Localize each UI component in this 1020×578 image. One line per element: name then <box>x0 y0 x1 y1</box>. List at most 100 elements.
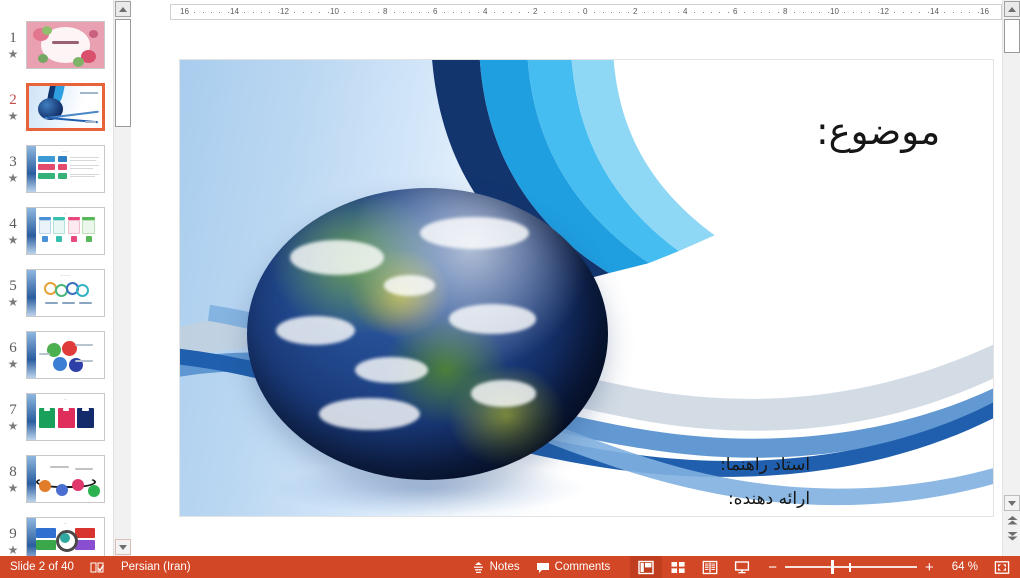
current-slide[interactable]: موضوع: استاد راهنما: ارائه دهنده: <box>179 59 994 517</box>
zoom-out-button[interactable]: − <box>758 556 781 578</box>
ruler-tick-h-0: 16 <box>180 7 189 16</box>
thumbnail-panel-scrollbar[interactable] <box>113 0 131 556</box>
ruler-minor-tick <box>278 12 279 13</box>
slide-show-view-button[interactable] <box>726 556 758 578</box>
thumbnail-scrollbar-thumb[interactable] <box>115 19 131 127</box>
thumbnail-slide-3[interactable]: 3 ★ —— <box>0 138 110 200</box>
ruler-tick-h-11: 6 <box>733 7 737 16</box>
comments-icon <box>536 561 550 574</box>
ruler-minor-tick <box>644 12 645 13</box>
thumbnail-image-5[interactable]: ——— <box>26 269 105 317</box>
ruler-minor-tick <box>728 12 729 13</box>
ruler-minor-tick <box>461 12 462 13</box>
ruler-minor-tick <box>478 12 479 13</box>
ruler-minor-tick <box>419 12 420 13</box>
zoom-level-label: 64 % <box>952 561 978 573</box>
comments-label: Comments <box>555 561 611 573</box>
zoom-in-button[interactable]: + <box>921 556 944 578</box>
thumbnail-meta-3: 3 ★ <box>0 155 26 184</box>
thumbnail-slide-7[interactable]: 7 ★ — <box>0 386 110 448</box>
ruler-tick-h-1: 14 <box>230 7 239 16</box>
ruler-minor-tick <box>303 12 304 13</box>
thumbnail-meta-6: 6 ★ <box>0 341 26 370</box>
ruler-minor-tick <box>453 12 454 13</box>
language-indicator[interactable]: Persian (Iran) <box>113 556 199 578</box>
previous-slide-button[interactable] <box>1004 514 1020 528</box>
zoom-out-label: − <box>768 560 777 575</box>
normal-view-button[interactable] <box>630 556 662 578</box>
ruler-tick-h-8: 0 <box>583 7 587 16</box>
ruler-tick-h-5: 6 <box>433 7 437 16</box>
notes-icon <box>472 561 485 574</box>
thumbnail-star-4: ★ <box>8 234 19 246</box>
ruler-minor-tick <box>669 12 670 13</box>
notes-button[interactable]: Notes <box>464 556 528 578</box>
thumbnail-image-3[interactable]: —— <box>26 145 105 193</box>
supervisor-label[interactable]: استاد راهنما: <box>720 455 810 475</box>
slide-scrollbar-thumb[interactable] <box>1004 19 1020 53</box>
slide-thumbnail-panel[interactable]: 1 ★ 2 ★ <box>0 0 131 556</box>
ruler-minor-tick <box>611 12 612 13</box>
ruler-minor-tick <box>953 12 954 13</box>
normal-view-icon <box>638 560 654 575</box>
ruler-tick-h-3: 10 <box>330 7 339 16</box>
ruler-minor-tick <box>719 12 720 13</box>
slide-counter-label: Slide 2 of 40 <box>10 561 74 573</box>
ruler-minor-tick <box>944 12 945 13</box>
zoom-slider-track <box>785 566 917 568</box>
thumbnail-image-2[interactable] <box>26 83 105 131</box>
thumbnail-image-8[interactable] <box>26 455 105 503</box>
thumbnail-number-1: 1 <box>9 31 17 46</box>
slide-scroll-up-button[interactable] <box>1004 1 1020 17</box>
ruler-minor-tick <box>378 12 379 13</box>
ruler-minor-tick <box>544 12 545 13</box>
ruler-minor-tick <box>203 12 204 13</box>
thumbnail-image-6[interactable] <box>26 331 105 379</box>
thumbnail-scroll-up-button[interactable] <box>115 1 131 17</box>
ruler-minor-tick <box>253 12 254 13</box>
zoom-level[interactable]: 64 % <box>944 556 986 578</box>
thumbnail-slide-4[interactable]: 4 ★ — <box>0 200 110 262</box>
thumbnail-meta-7: 7 ★ <box>0 403 26 432</box>
thumbnail-slide-5[interactable]: 5 ★ ——— <box>0 262 110 324</box>
ruler-minor-tick <box>211 12 212 13</box>
slide-counter[interactable]: Slide 2 of 40 <box>0 556 82 578</box>
slide-sorter-icon <box>670 560 686 575</box>
slide-sorter-view-button[interactable] <box>662 556 694 578</box>
horizontal-ruler[interactable]: 1614121086420246810121416 <box>170 4 1002 20</box>
thumbnail-number-7: 7 <box>9 403 17 418</box>
slide-editing-area[interactable]: موضوع: استاد راهنما: ارائه دهنده: <box>139 24 1001 556</box>
thumbnail-image-7[interactable]: — <box>26 393 105 441</box>
ruler-minor-tick <box>903 12 904 13</box>
thumbnail-image-4[interactable]: — <box>26 207 105 255</box>
ruler-tick-h-14: 12 <box>880 7 889 16</box>
comments-button[interactable]: Comments <box>528 556 619 578</box>
thumbnail-slide-9[interactable]: 9 ★ — <box>0 510 110 556</box>
thumbnail-slide-6[interactable]: 6 ★ <box>0 324 110 386</box>
ruler-minor-tick <box>761 12 762 13</box>
next-slide-button[interactable] <box>1004 530 1020 544</box>
proofing-status-button[interactable] <box>82 556 113 578</box>
zoom-slider-handle[interactable] <box>831 560 834 574</box>
slide-area-scrollbar[interactable] <box>1002 0 1020 556</box>
presenter-label[interactable]: ارائه دهنده: <box>728 489 810 509</box>
slide-title-placeholder[interactable]: موضوع: <box>816 110 940 153</box>
thumbnail-slide-2[interactable]: 2 ★ <box>0 76 110 138</box>
fit-to-window-button[interactable] <box>986 556 1020 578</box>
thumbnail-slide-1[interactable]: 1 ★ <box>0 14 110 76</box>
ruler-minor-tick <box>969 12 970 13</box>
ruler-minor-tick <box>194 12 195 13</box>
slide-scroll-down-button[interactable] <box>1004 495 1020 511</box>
thumbnail-image-1[interactable] <box>26 21 105 69</box>
double-chevron-up-icon <box>1007 516 1018 526</box>
thumbnail-star-8: ★ <box>8 482 19 494</box>
ruler-minor-tick <box>261 12 262 13</box>
thumbnail-star-7: ★ <box>8 420 19 432</box>
zoom-slider[interactable] <box>781 556 921 578</box>
thumbnail-image-9[interactable]: — <box>26 517 105 556</box>
ruler-minor-tick <box>861 12 862 13</box>
ruler-minor-tick <box>894 12 895 13</box>
thumbnail-scroll-down-button[interactable] <box>115 539 131 555</box>
thumbnail-slide-8[interactable]: 8 ★ <box>0 448 110 510</box>
reading-view-button[interactable] <box>694 556 726 578</box>
